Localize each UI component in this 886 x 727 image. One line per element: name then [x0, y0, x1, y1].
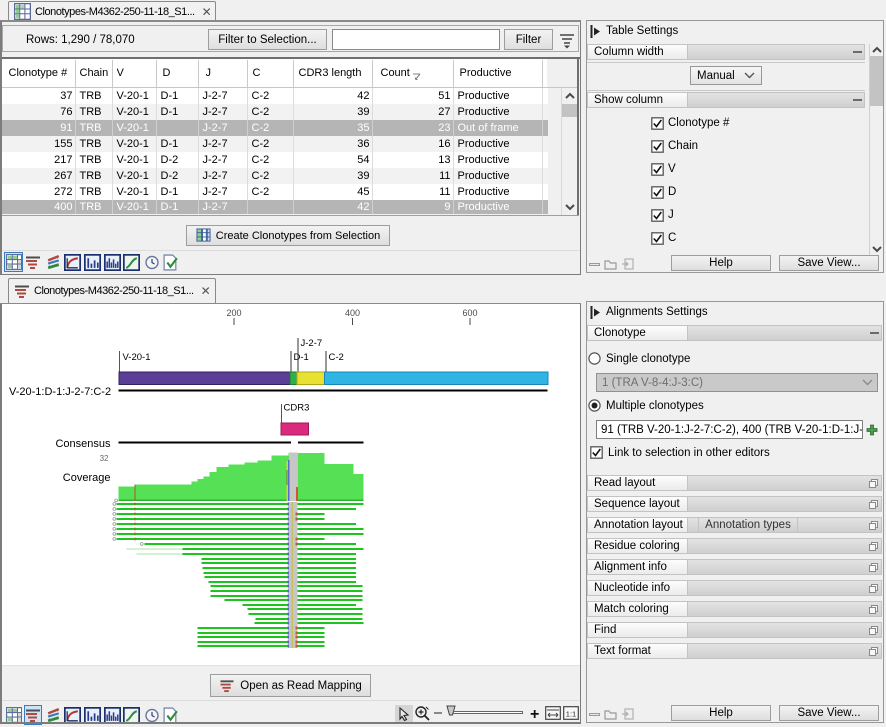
- svg-text:D-1: D-1: [293, 352, 308, 363]
- svg-text:CDR3: CDR3: [283, 403, 309, 414]
- svg-text:Coverage: Coverage: [62, 472, 110, 484]
- svg-text:C-2: C-2: [328, 352, 343, 363]
- svg-text:600: 600: [462, 308, 477, 318]
- svg-text:1:1: 1:1: [566, 710, 576, 719]
- svg-text:V-20-1:D-1:J-2-7:C-2: V-20-1:D-1:J-2-7:C-2: [9, 386, 111, 398]
- svg-text:V-20-1: V-20-1: [122, 352, 150, 363]
- svg-text:400: 400: [344, 308, 359, 318]
- svg-text:J-2-7: J-2-7: [300, 338, 322, 349]
- svg-text:Consensus: Consensus: [55, 438, 111, 450]
- svg-text:200: 200: [226, 308, 241, 318]
- svg-text:32: 32: [99, 454, 108, 463]
